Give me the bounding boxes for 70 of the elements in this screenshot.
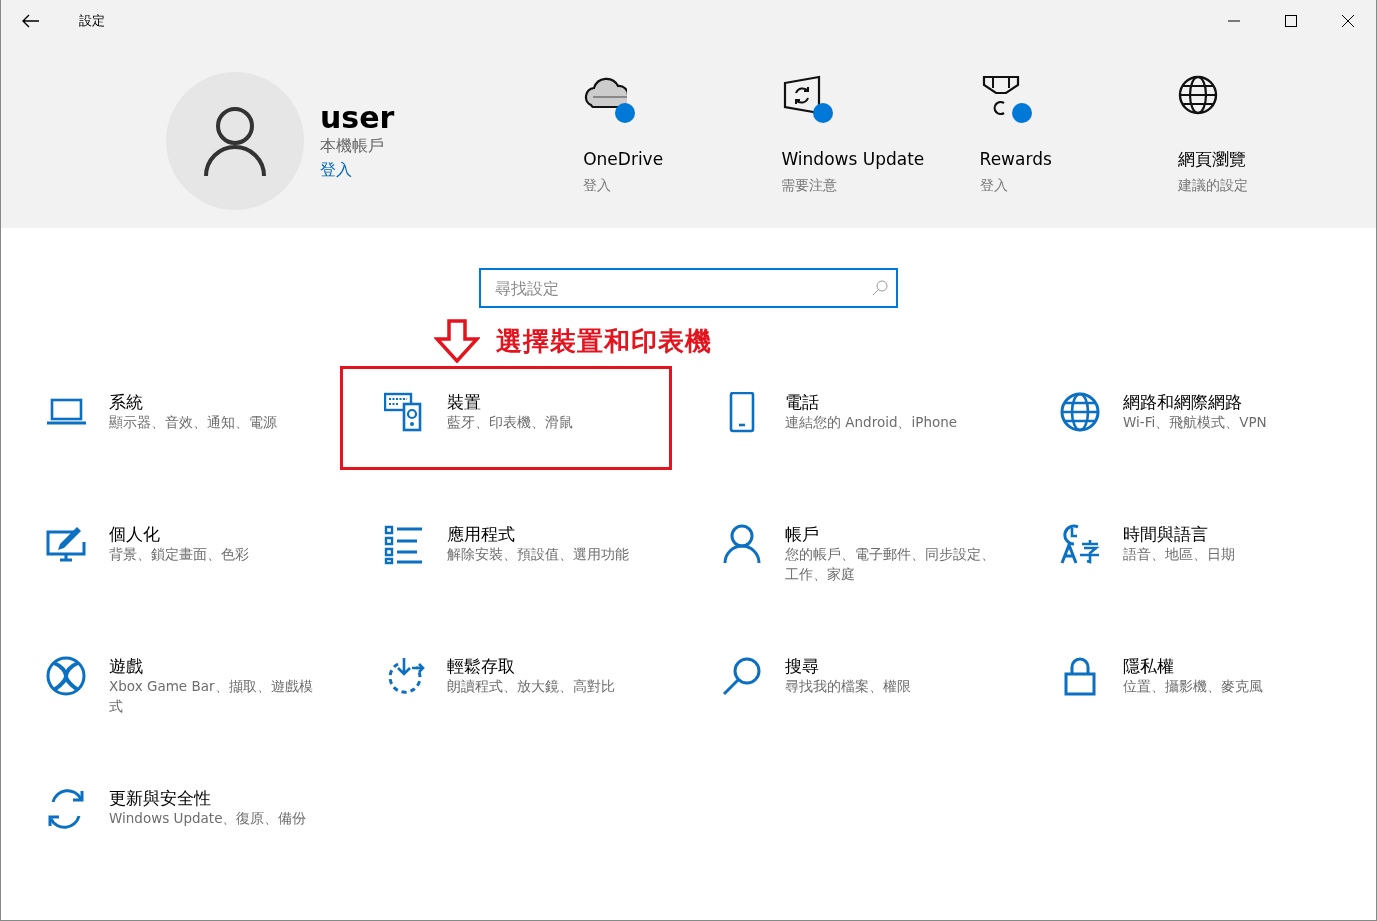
clock-language-icon [1060,524,1101,565]
settings-tile[interactable]: 更新與安全性 Windows Update、復原、備份 [46,788,366,829]
quick-link-subtitle: 需要注意 [781,175,839,195]
sync-icon [46,788,87,829]
settings-tile[interactable]: 時間與語言 語音、地區、日期 [1060,524,1377,565]
down-arrow-icon [434,319,480,363]
tile-subtitle: 背景、鎖定畫面、色彩 [109,545,250,565]
quick-link-title: 網頁瀏覽 [1177,148,1247,171]
settings-tile[interactable]: 搜尋 尋找我的檔案、權限 [722,656,1042,697]
tile-title: 裝置 [447,392,482,414]
tile-title: 應用程式 [447,524,516,546]
close-icon [1340,15,1355,27]
tile-title: 電話 [785,392,820,414]
tile-title: 遊戲 [109,656,144,678]
settings-tile[interactable]: 裝置 藍牙、印表機、滑鼠 [384,392,704,433]
settings-tile[interactable]: 個人化 背景、鎖定畫面、色彩 [46,524,366,565]
tile-title: 個人化 [109,524,161,546]
quick-link-title: Rewards [979,148,1053,171]
tile-subtitle: Windows Update、復原、備份 [109,809,308,829]
tile-title: 隱私權 [1123,656,1175,678]
person-icon [722,524,763,565]
tile-title: 帳戶 [785,524,820,546]
window-title: 設定 [79,12,105,31]
settings-tile[interactable]: 應用程式 解除安裝、預設值、選用功能 [384,524,704,565]
back-arrow-icon [22,14,40,28]
tile-subtitle: 尋找我的檔案、權限 [785,677,912,697]
settings-tile[interactable]: 帳戶 您的帳戶、電子郵件、同步設定、工作、家庭 [722,524,1042,585]
user-name: user [320,100,395,134]
quick-link-title: OneDrive [583,148,665,171]
list-icon [384,524,425,565]
search-field[interactable]: 尋找設定 [479,268,898,308]
tile-subtitle: 您的帳戶、電子郵件、同步設定、工作、家庭 [785,545,996,584]
settings-tile[interactable]: 網路和網際網路 Wi-Fi、飛航模式、VPN [1060,392,1377,433]
maximize-icon [1283,15,1298,27]
tile-subtitle: 連結您的 Android、iPhone [785,413,959,433]
tile-subtitle: Xbox Game Bar、擷取、遊戲模式 [109,677,314,716]
quick-link-subtitle: 登入 [979,175,1009,195]
settings-tile[interactable]: 電話 連結您的 Android、iPhone [722,392,1042,433]
tile-subtitle: Wi-Fi、飛航模式、VPN [1123,413,1268,433]
tile-title: 系統 [109,392,144,414]
tile-title: 搜尋 [785,656,820,678]
account-type: 本機帳戶 [320,134,385,157]
tile-title: 網路和網際網路 [1123,392,1243,414]
tile-subtitle: 藍牙、印表機、滑鼠 [447,413,574,433]
tile-title: 時間與語言 [1123,524,1209,546]
annotation-text: 選擇裝置和印表機 [496,324,712,358]
monitor-brush-icon [46,524,87,565]
sign-in-link[interactable]: 登入 [320,159,352,179]
tile-title: 輕鬆存取 [447,656,516,678]
search-icon [722,656,763,697]
search-icon [872,280,888,296]
quick-link[interactable]: 網頁瀏覽 建議的設定 [1177,75,1376,210]
settings-tile[interactable]: 系統 顯示器、音效、通知、電源 [46,392,366,433]
quick-link-subtitle: 建議的設定 [1177,175,1249,195]
tile-subtitle: 位置、攝影機、麥克風 [1123,677,1264,697]
person-icon [204,106,266,176]
quick-link[interactable]: Rewards 登入 [979,75,1178,210]
tile-title: 更新與安全性 [109,788,212,810]
quick-link[interactable]: OneDrive 登入 [583,75,782,210]
globe-icon [1060,392,1101,433]
settings-tile[interactable]: 輕鬆存取 朗讀程式、放大鏡、高對比 [384,656,704,697]
tile-subtitle: 朗讀程式、放大鏡、高對比 [447,677,616,697]
quick-link-title: Windows Update [781,148,926,171]
settings-tile[interactable]: 隱私權 位置、攝影機、麥克風 [1060,656,1377,697]
settings-tile[interactable]: 遊戲 Xbox Game Bar、擷取、遊戲模式 [46,656,366,717]
quick-link[interactable]: Windows Update 需要注意 [781,75,980,210]
tile-subtitle: 解除安裝、預設值、選用功能 [447,545,630,565]
tile-subtitle: 語音、地區、日期 [1123,545,1236,565]
tile-subtitle: 顯示器、音效、通知、電源 [109,413,278,433]
quick-link-subtitle: 登入 [583,175,613,195]
